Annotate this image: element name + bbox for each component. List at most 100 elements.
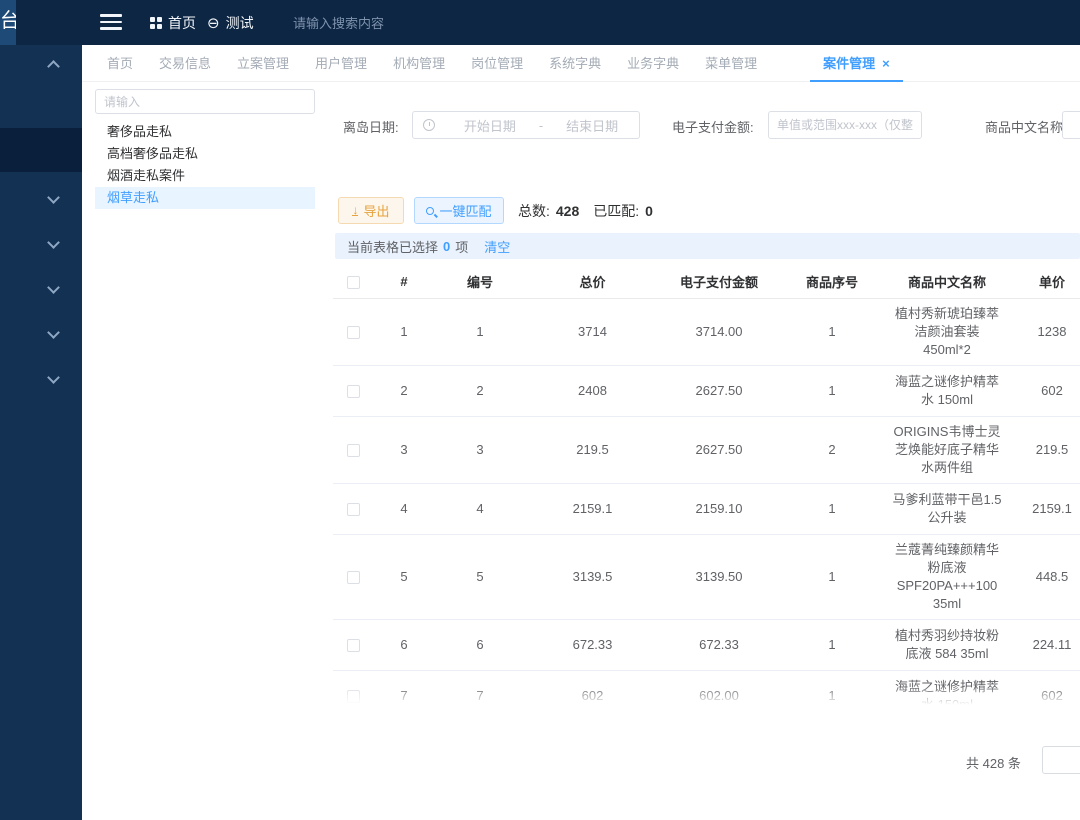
tab-label: 案件管理 — [823, 56, 875, 71]
row-checkbox[interactable] — [347, 385, 360, 398]
selection-bar: 当前表格已选择 0 项 清空 — [335, 233, 1080, 259]
nav-rail-active-item[interactable] — [0, 128, 82, 172]
chevron-down-icon[interactable] — [47, 191, 60, 204]
nav-home[interactable]: 首页 — [150, 0, 196, 45]
column-header: 电子支付金额 — [660, 266, 778, 298]
export-button[interactable]: ↓ 导出 — [338, 197, 404, 224]
chevron-down-icon[interactable] — [47, 371, 60, 384]
cell: 6 — [373, 619, 435, 670]
row-checkbox[interactable] — [347, 690, 360, 703]
cell: 7 — [373, 670, 435, 707]
case-list-item[interactable]: 烟酒走私案件 — [95, 165, 315, 187]
case-list-item[interactable]: 高档奢侈品走私 — [95, 143, 315, 165]
select-all-checkbox[interactable] — [347, 276, 360, 289]
tab-5[interactable]: 机构管理 — [380, 45, 458, 82]
cell: 5 — [373, 534, 435, 619]
row-checkbox[interactable] — [347, 326, 360, 339]
tab-label: 菜单管理 — [705, 56, 757, 71]
nav-test[interactable]: ⊖ 测试 — [207, 0, 254, 45]
payment-amount-input[interactable] — [768, 111, 922, 139]
pagination-control[interactable] — [1042, 746, 1080, 774]
case-list-item[interactable]: 奢侈品走私 — [95, 121, 315, 143]
cell: 1 — [778, 298, 886, 365]
cell: 2627.50 — [660, 365, 778, 416]
selection-suffix: 项 — [455, 237, 468, 256]
table-row: 2224082627.501海蓝之谜修护精萃水 150ml602 — [333, 365, 1080, 416]
date-filter-label: 离岛日期: — [343, 117, 399, 136]
row-checkbox[interactable] — [347, 444, 360, 457]
matched-label: 已匹配: — [593, 203, 639, 219]
tab-label: 业务字典 — [627, 56, 679, 71]
cell: 1 — [373, 298, 435, 365]
table-row: 66672.33672.331植村秀羽纱持妆粉底液 584 35ml224.11 — [333, 619, 1080, 670]
row-checkbox[interactable] — [347, 503, 360, 516]
chevron-down-icon[interactable] — [47, 281, 60, 294]
cell: 2159.1 — [1008, 483, 1080, 534]
tab-label: 机构管理 — [393, 56, 445, 71]
tab-1[interactable]: 首页 — [94, 45, 146, 82]
chevron-down-icon[interactable] — [47, 236, 60, 249]
chevron-down-icon[interactable] — [47, 326, 60, 339]
case-list: 奢侈品走私高档奢侈品走私烟酒走私案件烟草走私 — [95, 121, 315, 209]
table-header-row: #编号总价电子支付金额商品序号商品中文名称单价 — [333, 266, 1080, 298]
tab-7[interactable]: 系统字典 — [536, 45, 614, 82]
cell: 2 — [435, 365, 525, 416]
cell: 2 — [373, 365, 435, 416]
grid-icon — [150, 17, 162, 29]
tab-3[interactable]: 立案管理 — [224, 45, 302, 82]
tab-9[interactable]: 菜单管理 — [692, 45, 770, 82]
one-click-match-button[interactable]: 一键匹配 — [414, 197, 504, 224]
tab-label: 交易信息 — [159, 56, 211, 71]
cell: 7 — [435, 670, 525, 707]
cell: 2159.10 — [660, 483, 778, 534]
table-row: 1137143714.001植村秀新琥珀臻萃洁颜油套装 450ml*21238 — [333, 298, 1080, 365]
global-search-input[interactable] — [293, 10, 513, 36]
column-header: 总价 — [525, 266, 660, 298]
clear-selection-link[interactable]: 清空 — [484, 237, 510, 256]
close-icon[interactable]: × — [882, 56, 890, 71]
cell: 1 — [778, 483, 886, 534]
table-row: 442159.12159.101马爹利蓝带干邑1.5公升装2159.1 — [333, 483, 1080, 534]
row-checkbox[interactable] — [347, 639, 360, 652]
case-filter-input[interactable] — [95, 89, 315, 114]
tab-8[interactable]: 业务字典 — [614, 45, 692, 82]
tab-10[interactable]: 案件管理 × — [810, 45, 903, 82]
tab-label: 岗位管理 — [471, 56, 523, 71]
download-icon: ↓ — [352, 205, 358, 216]
cell: 672.33 — [660, 619, 778, 670]
table-row: 77602602.001海蓝之谜修护精萃水 150ml602 — [333, 670, 1080, 707]
date-range-picker[interactable]: 开始日期 - 结束日期 — [412, 111, 640, 139]
cell: 2627.50 — [660, 416, 778, 483]
clock-icon — [423, 119, 435, 131]
tab-2[interactable]: 交易信息 — [146, 45, 224, 82]
column-header: 商品序号 — [778, 266, 886, 298]
table-row: 553139.53139.501兰蔻菁纯臻颜精华粉底液SPF20PA+++100… — [333, 534, 1080, 619]
product-name-input[interactable] — [1062, 111, 1080, 139]
cell: 3139.5 — [525, 534, 660, 619]
payment-filter-label: 电子支付金额: — [672, 117, 754, 136]
date-start-placeholder: 开始日期 — [443, 116, 537, 135]
results-table: #编号总价电子支付金额商品序号商品中文名称单价 1137143714.001植村… — [333, 266, 1080, 707]
export-button-label: 导出 — [363, 201, 389, 220]
cell: 602 — [1008, 365, 1080, 416]
cell: 兰蔻菁纯臻颜精华粉底液SPF20PA+++100 35ml — [886, 534, 1008, 619]
top-navbar: 台 首页 ⊖ 测试 — [0, 0, 1080, 45]
tab-6[interactable]: 岗位管理 — [458, 45, 536, 82]
nav-home-label: 首页 — [168, 13, 196, 33]
cell: 海蓝之谜修护精萃水 150ml — [886, 365, 1008, 416]
row-checkbox[interactable] — [347, 571, 360, 584]
app-logo: 台 — [0, 0, 16, 45]
case-list-item[interactable]: 烟草走私 — [95, 187, 315, 209]
cell: 1 — [778, 619, 886, 670]
tab-4[interactable]: 用户管理 — [302, 45, 380, 82]
cell: 3 — [373, 416, 435, 483]
nav-rail — [0, 45, 82, 820]
product-name-filter-label: 商品中文名称: — [985, 117, 1067, 136]
tab-label: 系统字典 — [549, 56, 601, 71]
nav-test-label: 测试 — [226, 13, 254, 33]
tab-label: 首页 — [107, 56, 133, 71]
menu-toggle-icon[interactable] — [100, 14, 122, 34]
cell: 1 — [778, 534, 886, 619]
cell: 海蓝之谜修护精萃水 150ml — [886, 670, 1008, 707]
chevron-up-icon[interactable] — [47, 60, 60, 73]
